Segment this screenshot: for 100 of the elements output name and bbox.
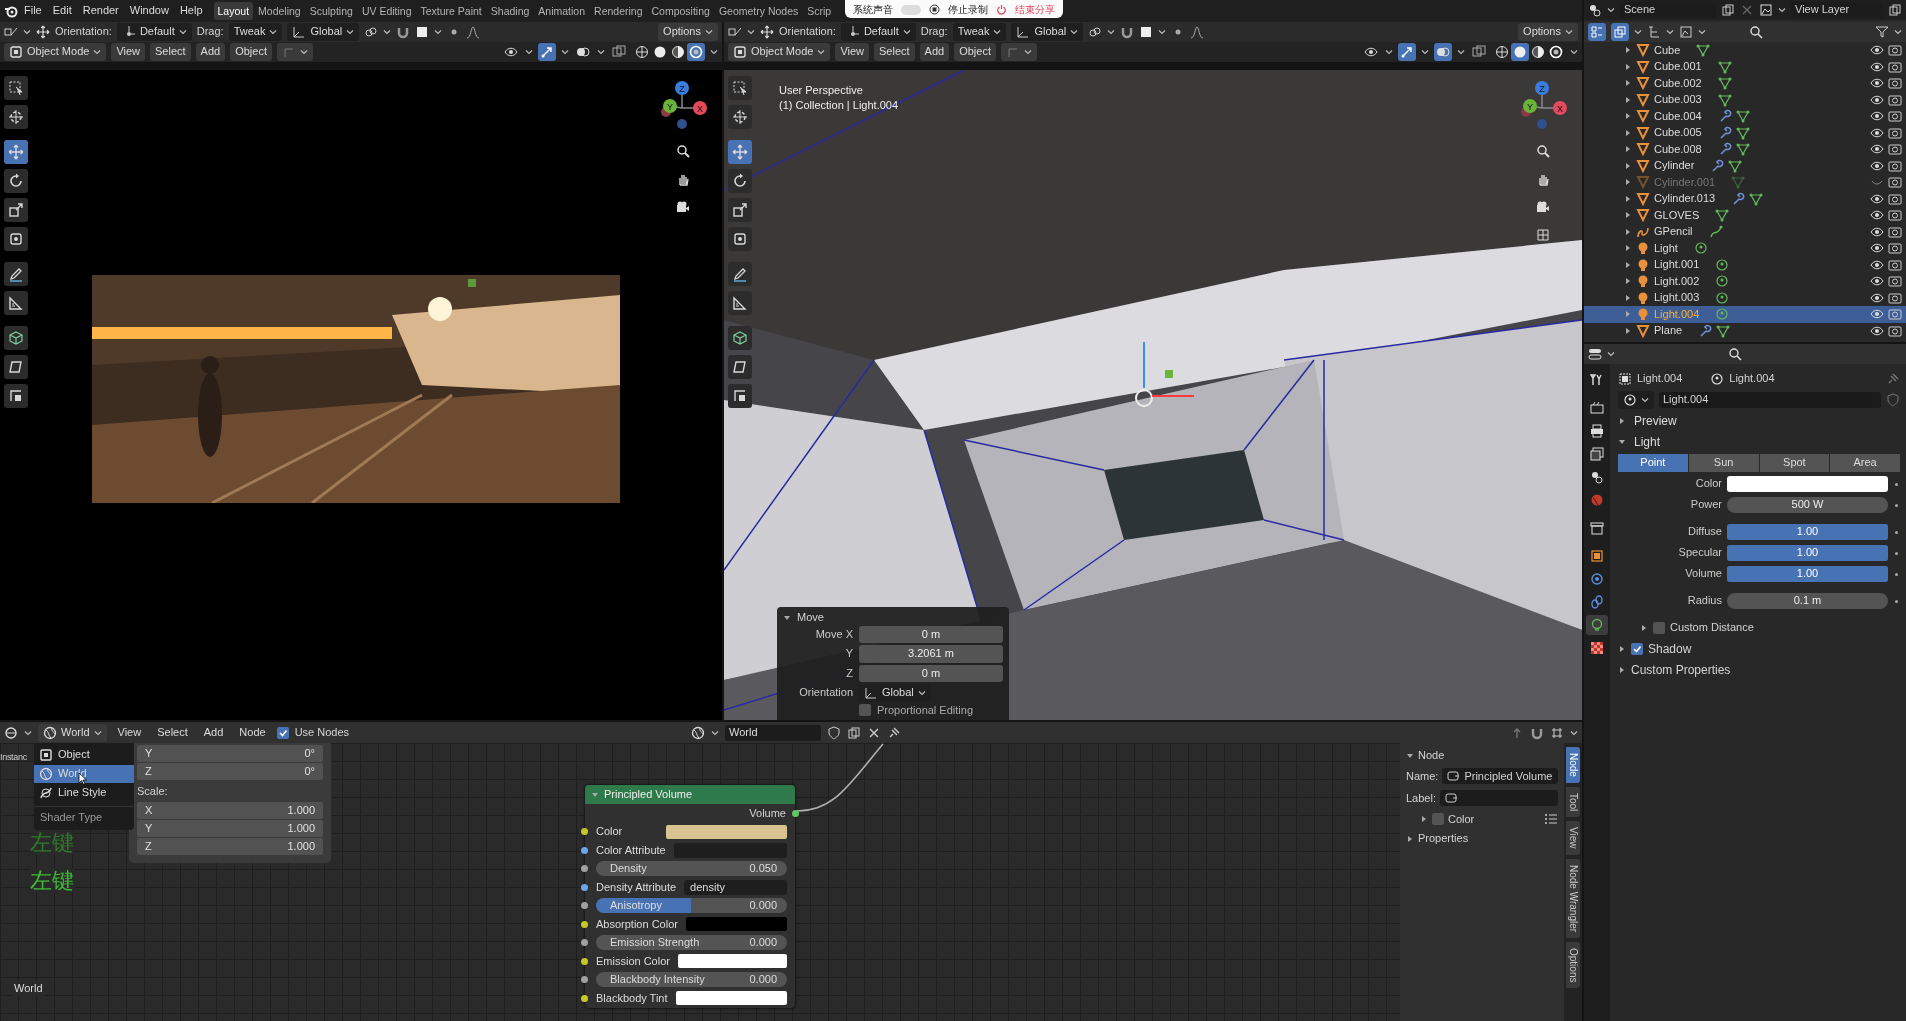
name-field[interactable]: Principled Volume [1442,768,1558,785]
menu-item[interactable]: World [34,765,134,783]
menu-item[interactable]: Select [152,723,193,742]
orientation-dropdown[interactable]: Default [840,23,916,41]
slider-field[interactable]: 1.00 [1727,545,1888,561]
menu-item[interactable]: Edit [47,2,77,20]
workspace-tab[interactable]: Scrip [803,1,836,21]
outliner-row[interactable]: Plane [1584,322,1906,339]
panel-header[interactable]: Light [1618,434,1661,450]
panel-header[interactable]: Custom Properties [1631,662,1731,678]
workspace-tab[interactable]: Modeling [254,1,305,21]
workspace-tab[interactable]: Layout [213,1,254,21]
menu-item[interactable]: Node [234,723,271,742]
view-layer-field[interactable]: View Layer [1791,2,1883,18]
segment-button[interactable]: Spot [1759,454,1830,472]
options-dropdown[interactable]: Options [658,23,718,41]
name-field[interactable]: Light.004 [1659,392,1881,408]
segment-button[interactable]: Point [1618,454,1688,472]
object-name: Plane [1654,324,1683,338]
end-sharing-button[interactable]: 结束分享 [1015,3,1055,16]
orientation-dropdown[interactable]: Default [116,23,192,41]
outliner-row[interactable]: Cube.002 [1584,75,1906,92]
number-field[interactable]: 500 W [1727,497,1888,513]
outliner-row[interactable]: Cylinder [1584,157,1906,174]
workspace-tab[interactable]: Geometry Nodes [714,1,803,21]
navigation-gizmo[interactable]: Z Y X [1514,78,1572,134]
menu-item[interactable]: Select [874,43,915,61]
menu-item[interactable]: View [835,43,870,61]
workspace-tab[interactable]: Sculpting [305,1,357,21]
input-field[interactable]: density [684,879,787,895]
workspace-tab[interactable]: Animation [534,1,590,21]
workspace-tab[interactable]: Texture Paint [416,1,486,21]
number-field[interactable]: Y 1.000 [137,819,323,837]
number-field[interactable]: Z 0° [137,763,323,781]
stop-recording-button[interactable]: 停止录制 [948,3,988,16]
workspace-tab[interactable]: UV Editing [357,1,416,21]
menu-item[interactable]: Object [230,43,272,61]
number-field[interactable]: Density 0.050 [596,861,787,877]
transform-orientation-dropdown[interactable]: Global [287,23,360,41]
outliner-row[interactable]: Cylinder.013 [1584,190,1906,207]
options-dropdown[interactable]: Options [1518,23,1578,41]
segment-button[interactable]: Area [1830,454,1900,472]
outliner-row[interactable]: GLOVES [1584,207,1906,224]
shader-type-dropdown[interactable]: World [38,723,107,742]
outliner-row[interactable]: Light.004 [1584,306,1906,323]
outliner-row[interactable]: Cube.003 [1584,91,1906,108]
menu-item[interactable]: File [19,2,47,20]
outliner-row[interactable]: Cube.008 [1584,141,1906,158]
menu-item[interactable]: Line Style [34,784,134,802]
transform-orientation-dropdown[interactable]: Global [1011,23,1084,41]
outliner-row[interactable]: GPencil [1584,223,1906,240]
workspace-tab[interactable]: Shading [486,1,534,21]
number-field[interactable]: Blackbody Intensity 0.000 [596,972,787,988]
panel-header[interactable]: Preview [1618,413,1677,429]
sidebar-tab[interactable]: Node [1566,747,1580,783]
mode-dropdown[interactable]: Object Mode [728,43,831,61]
outliner-row[interactable]: Light [1584,240,1906,257]
number-field[interactable]: X 1.000 [137,801,323,819]
sidebar-tab[interactable]: Options [1566,941,1580,989]
outliner-row[interactable]: Light.001 [1584,256,1906,273]
menu-item[interactable]: Add [198,723,229,742]
slider-field[interactable]: Anisotropy 0.000 [596,898,787,914]
slider-field[interactable]: 1.00 [1727,524,1888,540]
workspace-tab[interactable]: Rendering [590,1,647,21]
menu-item[interactable]: Add [195,43,226,61]
drag-dropdown[interactable]: Tweak [228,23,283,41]
number-field[interactable]: 0 m [859,626,1003,644]
slider-field[interactable]: 1.00 [1727,566,1888,582]
menu-item[interactable]: Object [34,746,134,764]
drag-dropdown[interactable]: Tweak [952,23,1007,41]
number-field[interactable]: 0.1 m [1727,593,1888,609]
datablock-field[interactable]: World [725,724,822,741]
sidebar-tab[interactable]: Node Wrangler [1566,858,1580,938]
menu-item[interactable]: Help [174,2,208,20]
menu-item[interactable]: Object [954,43,996,61]
number-field[interactable]: 0 m [859,664,1003,682]
menu-item[interactable]: Add [919,43,950,61]
sidebar-tab[interactable]: View [1566,821,1580,855]
sidebar-tab[interactable]: Tool [1566,786,1580,818]
navigation-gizmo[interactable]: Z Y X [654,78,712,134]
outliner-row[interactable]: Cube.004 [1584,108,1906,125]
menu-item[interactable]: View [111,43,146,61]
outliner-row[interactable]: Cube.005 [1584,124,1906,141]
menu-item[interactable]: Window [124,2,174,20]
orientation-dropdown[interactable]: Global [859,683,931,702]
menu-item[interactable]: Render [77,2,124,20]
outliner-row[interactable]: Light.002 [1584,273,1906,290]
scene-field[interactable]: Scene [1620,2,1716,18]
menu-item[interactable]: View [112,723,147,742]
number-field[interactable]: 3.2061 m [859,645,1003,663]
outliner-row[interactable]: Light.003 [1584,289,1906,306]
number-field[interactable]: Emission Strength 0.000 [596,935,787,951]
segment-button[interactable]: Sun [1688,454,1759,472]
mode-dropdown[interactable]: Object Mode [4,43,107,61]
number-field[interactable]: Y 0° [137,745,323,763]
workspace-tab[interactable]: Compositing [647,1,714,21]
outliner-row[interactable]: Cube.001 [1584,58,1906,75]
menu-item[interactable]: Select [150,43,191,61]
number-field[interactable]: Z 1.000 [137,837,323,856]
outliner-row[interactable]: Cube [1584,42,1906,59]
